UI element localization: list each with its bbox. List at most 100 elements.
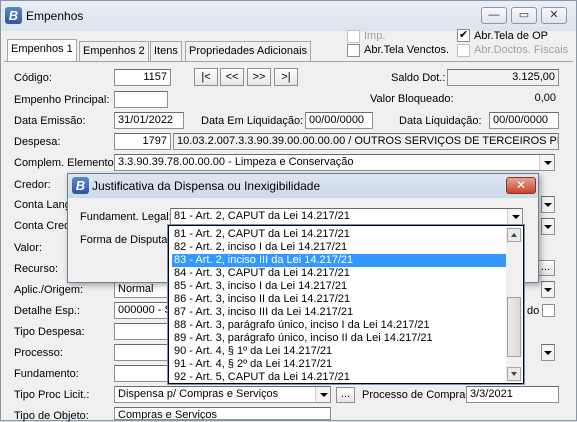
- app-logo-icon: B: [72, 177, 89, 194]
- app-logo-icon: B: [5, 7, 22, 24]
- chevron-down-icon[interactable]: [539, 155, 554, 170]
- chevron-down-icon[interactable]: [507, 209, 522, 224]
- dialog-title-bar[interactable]: B Justificativa da Dispensa ou Inexigibi…: [68, 174, 538, 198]
- last-record-button[interactable]: >|: [274, 68, 298, 86]
- despesa-description-field: 10.03.2.007.3.3.90.39.00.00.00.00 / OUTR…: [173, 133, 559, 150]
- dropdown-option[interactable]: 82 - Art. 2, inciso I da Lei 14.217/21: [172, 241, 506, 254]
- chevron-down-icon[interactable]: [542, 197, 554, 212]
- fundamento-label: Fundamento:: [14, 368, 79, 380]
- fundamento-legal-select[interactable]: 81 - Art. 2, CAPUT da Lei 14.217/21: [170, 208, 523, 225]
- dialog-title: Justificativa da Dispensa ou Inexigibili…: [92, 179, 321, 193]
- abr-tela-op-label: Abr.Tela de OP: [474, 30, 548, 42]
- chevron-down-icon[interactable]: [542, 345, 554, 360]
- conta-cred-label: Conta Cred: [14, 220, 71, 232]
- dropdown-option[interactable]: 90 - Art. 4, § 1º da Lei 14.217/21: [172, 345, 506, 358]
- scroll-up-button[interactable]: [507, 228, 521, 242]
- tipo-despesa-field[interactable]: [114, 323, 174, 340]
- empenho-principal-field[interactable]: [114, 91, 168, 108]
- next-record-button[interactable]: >>: [247, 68, 271, 86]
- fundamento-legal-dropdown-list[interactable]: 81 - Art. 2, CAPUT da Lei 14.217/21 82 - …: [168, 225, 524, 384]
- dropdown-option[interactable]: 81 - Art. 2, CAPUT da Lei 14.217/21: [172, 228, 506, 241]
- tab-propriedades-adicionais[interactable]: Propriedades Adicionais: [185, 41, 312, 61]
- dialog-close-button[interactable]: ✕: [506, 177, 536, 194]
- imp-checkbox[interactable]: [347, 30, 360, 43]
- valor-label: Valor:: [14, 242, 42, 254]
- credor-label: Credor:: [14, 179, 51, 191]
- complem-elemento-select[interactable]: 3.3.90.39.78.00.00.00 - Limpeza e Conser…: [114, 154, 555, 171]
- valor-bloqueado-value: 0,00: [534, 92, 556, 104]
- conta-lang-label: Conta Lang: [14, 199, 71, 211]
- data-em-liquidacao-field[interactable]: 00/00/0000: [305, 112, 373, 129]
- tipo-objeto-value: Compras e Serviços: [118, 409, 218, 420]
- tab-empenhos-1[interactable]: Empenhos 1: [7, 39, 77, 62]
- dropdown-option[interactable]: 89 - Art. 3, parágrafo único, inciso II …: [172, 332, 506, 345]
- dropdown-option[interactable]: 91 - Art. 4, § 2º da Lei 14.217/21: [172, 358, 506, 371]
- detalhe-checkbox[interactable]: [542, 304, 555, 317]
- chevron-down-icon[interactable]: [542, 282, 554, 297]
- despesa-code-field[interactable]: 1797: [114, 133, 171, 150]
- valor-bloqueado-label: Valor Bloqueado:: [370, 93, 454, 105]
- scroll-down-button[interactable]: [507, 367, 521, 381]
- close-button[interactable]: ✕: [541, 7, 567, 24]
- dropdown-option[interactable]: 87 - Art. 3, inciso III da Lei 14.217/21: [172, 306, 506, 319]
- saldo-dot-field: 3.125,00: [447, 69, 559, 86]
- tab-panel-border: [4, 61, 573, 62]
- aplic-origem-arrow[interactable]: [541, 281, 555, 298]
- minimize-button[interactable]: —: [481, 7, 507, 24]
- dropdown-scrollbar[interactable]: [506, 227, 522, 382]
- recurso-label: Recurso:: [14, 263, 59, 275]
- dropdown-option[interactable]: 86 - Art. 3, inciso II da Lei 14.217/21: [172, 293, 506, 306]
- tipo-proc-licit-lookup-button[interactable]: ...: [336, 387, 355, 403]
- dropdown-option[interactable]: 88 - Art. 3, parágrafo único, inciso I d…: [172, 319, 506, 332]
- data-liquidacao-field[interactable]: 00/00/0000: [489, 112, 559, 129]
- abr-tela-op-checkbox[interactable]: [457, 28, 470, 42]
- dropdown-option[interactable]: 84 - Art. 3, CAPUT da Lei 14.217/21: [172, 267, 506, 280]
- scroll-thumb[interactable]: [507, 297, 521, 357]
- tipo-proc-licit-select[interactable]: Dispensa p/ Compras e Serviços: [114, 386, 331, 403]
- codigo-field[interactable]: 1157: [114, 69, 171, 86]
- aplic-origem-select[interactable]: Normal: [114, 281, 174, 298]
- tab-empenhos-2[interactable]: Empenhos 2: [79, 41, 149, 61]
- tipo-proc-licit-label: Tipo Proc Licit.:: [14, 389, 90, 401]
- tipo-objeto-select[interactable]: Compras e Serviços: [114, 407, 331, 420]
- tipo-despesa-label: Tipo Despesa:: [14, 326, 85, 338]
- abr-doctos-fiscais-checkbox[interactable]: [457, 44, 470, 57]
- tipo-objeto-label: Tipo de Objeto:: [14, 410, 89, 422]
- data-em-liquidacao-label: Data Em Liquidação:: [201, 115, 304, 127]
- dropdown-option[interactable]: 92 - Art. 5, CAPUT da Lei 14.217/21: [172, 371, 506, 384]
- window-title: Empenhos: [26, 9, 84, 23]
- first-record-button[interactable]: |<: [194, 68, 218, 86]
- processo-field[interactable]: [114, 344, 174, 361]
- restore-button[interactable]: ▭: [511, 7, 537, 24]
- conta-lang-select[interactable]: [541, 196, 555, 213]
- abr-doctos-fiscais-label: Abr.Doctos. Fiscais: [474, 44, 569, 56]
- processo-compra-label: Processo de Compra:: [362, 389, 469, 401]
- despesa-label: Despesa:: [14, 136, 61, 148]
- processo-arrow[interactable]: [541, 344, 555, 361]
- forma-disputa-label: Forma de Disputa:: [80, 234, 171, 246]
- detalhe-esp-field[interactable]: 000000 - S: [114, 302, 174, 319]
- tipo-proc-licit-value: Dispensa p/ Compras e Serviços: [118, 388, 279, 400]
- saldo-dot-label: Saldo Dot.:: [391, 72, 446, 84]
- data-emissao-field[interactable]: 31/01/2022: [114, 112, 184, 129]
- data-liquidacao-label: Data Liquidação:: [399, 115, 482, 127]
- chevron-down-icon[interactable]: [315, 387, 330, 402]
- tab-itens[interactable]: Itens: [150, 41, 182, 61]
- dropdown-option[interactable]: 83 - Art. 2, inciso III da Lei 14.217/21: [172, 254, 506, 267]
- title-bar[interactable]: B Empenhos — ▭ ✕: [1, 1, 576, 31]
- fundamento-field[interactable]: [114, 365, 174, 382]
- fundamento-legal-label: Fundament. Legal:: [80, 211, 172, 223]
- processo-compra-field[interactable]: 3/3/2021: [466, 386, 559, 403]
- prev-record-button[interactable]: <<: [220, 68, 244, 86]
- chevron-down-icon[interactable]: [542, 219, 554, 234]
- detalhe-right-label: do: [527, 305, 540, 317]
- empenho-principal-label: Empenho Principal:: [14, 94, 110, 106]
- complem-elemento-value: 3.3.90.39.78.00.00.00 - Limpeza e Conser…: [118, 156, 354, 168]
- complem-elemento-label: Complem. Elemento:: [14, 157, 117, 169]
- abr-tela-venctos-checkbox[interactable]: [347, 44, 360, 57]
- fundamento-legal-value: 81 - Art. 2, CAPUT da Lei 14.217/21: [174, 210, 350, 222]
- imp-label: Imp.: [364, 30, 386, 42]
- dropdown-option[interactable]: 85 - Art. 3, inciso I da Lei 14.217/21: [172, 280, 506, 293]
- codigo-label: Código:: [14, 72, 52, 84]
- conta-cred-select[interactable]: [541, 218, 555, 235]
